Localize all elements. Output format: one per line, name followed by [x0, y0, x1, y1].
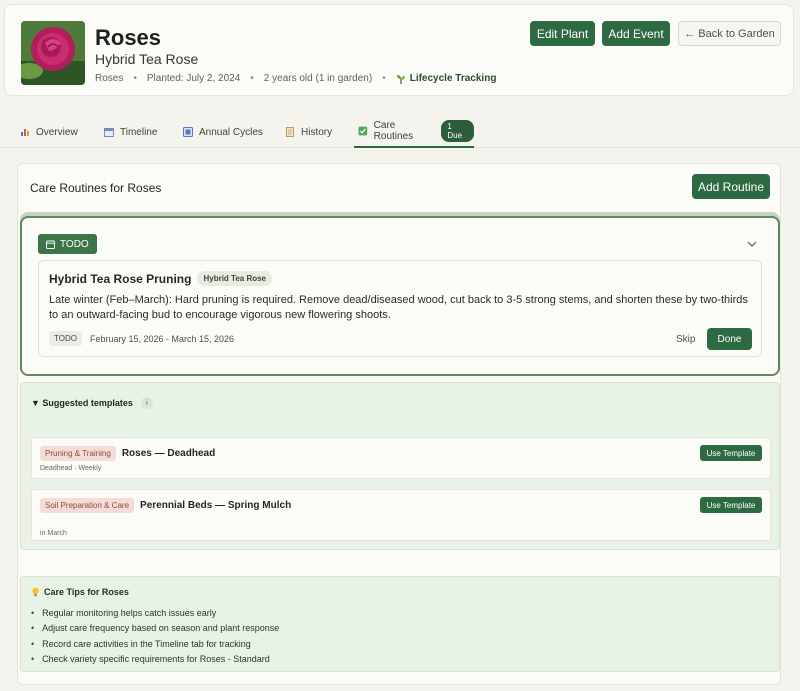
plant-meta: Roses • Planted: July 2, 2024 • 2 years … — [95, 73, 496, 84]
routine-name-row: Hybrid Tea Rose Pruning Hybrid Tea Rose — [49, 271, 273, 286]
calendar-icon — [46, 240, 55, 249]
care-tip: Check variety specific requirements for … — [31, 652, 279, 668]
care-tips-panel: Care Tips for Roses Regular monitoring h… — [20, 576, 780, 672]
info-icon[interactable]: i — [140, 397, 153, 409]
template-name: Roses — Deadhead — [121, 448, 216, 459]
category-badge: Soil Preparation & Care — [40, 498, 135, 513]
meta-separator: • — [382, 73, 386, 84]
scroll-icon — [286, 127, 294, 137]
tab-annual-cycles[interactable]: Annual Cycles — [183, 116, 263, 148]
cycle-icon — [183, 127, 193, 137]
tab-care-routines[interactable]: Care Routines 1 Due — [354, 116, 474, 148]
suggested-templates-title: ▼ Suggested templates — [31, 398, 133, 408]
lifecycle-tracking-link[interactable]: Lifecycle Tracking — [396, 73, 497, 84]
page-title: Roses — [95, 25, 162, 50]
sprout-icon — [396, 74, 405, 84]
add-event-button[interactable]: Add Event — [602, 21, 670, 46]
tab-timeline[interactable]: Timeline — [104, 116, 157, 148]
calendar-icon — [104, 128, 114, 137]
meta-separator: • — [250, 73, 254, 84]
use-template-button[interactable]: Use Template — [700, 445, 762, 461]
tab-bar: Overview Timeline Annual Cycles History … — [0, 116, 800, 148]
template-row: Soil Preparation & Care Perennial Beds —… — [31, 489, 771, 541]
care-tips-list: Regular monitoring helps catch issues ea… — [31, 605, 279, 667]
suggested-templates-panel: ▼ Suggested templates i Pruning & Traini… — [20, 382, 780, 550]
plant-subtitle: Hybrid Tea Rose — [95, 51, 199, 67]
tab-care-routines-label: Care Routines — [373, 120, 414, 142]
add-routine-button[interactable]: Add Routine — [692, 174, 770, 199]
template-subtitle: in March — [40, 530, 67, 537]
template-row: Pruning & Training Roses — Deadhead Dead… — [31, 437, 771, 479]
care-tips-title: Care Tips for Roses — [44, 587, 129, 597]
chevron-down-icon[interactable] — [747, 240, 757, 248]
todo-group-chip: TODO — [38, 234, 97, 254]
tab-overview-label: Overview — [36, 126, 78, 138]
todo-group-label: TODO — [60, 238, 89, 250]
due-count-badge: 1 Due — [441, 120, 474, 142]
tab-history-label: History — [301, 126, 333, 138]
tab-history[interactable]: History — [285, 116, 332, 148]
meta-category: Roses — [95, 73, 124, 84]
edit-plant-button[interactable]: Edit Plant — [530, 21, 595, 46]
bar-chart-icon — [21, 129, 29, 136]
routine-group-todo: TODO Hybrid Tea Rose Pruning Hybrid Tea … — [20, 216, 780, 376]
plant-header: Roses Hybrid Tea Rose Roses • Planted: J… — [4, 4, 794, 96]
care-tip: Regular monitoring helps catch issues ea… — [31, 605, 279, 621]
meta-age: 2 years old (1 in garden) — [263, 73, 373, 84]
lightbulb-icon — [32, 587, 39, 597]
plant-photo — [21, 21, 85, 85]
template-title-row: Soil Preparation & Care Perennial Beds —… — [40, 498, 291, 513]
care-routines-title: Care Routines for Roses — [30, 181, 162, 195]
care-tips-header: Care Tips for Roses — [31, 587, 129, 597]
tab-annual-cycles-label: Annual Cycles — [199, 126, 263, 138]
meta-planted: Planted: July 2, 2024 — [146, 73, 241, 84]
category-badge: Pruning & Training — [40, 446, 116, 461]
use-template-button[interactable]: Use Template — [700, 497, 762, 513]
meta-separator: • — [133, 73, 137, 84]
care-routines-panel: Care Routines for Roses Add Routine TODO… — [17, 163, 781, 685]
status-badge: TODO — [49, 331, 82, 346]
routine-name: Hybrid Tea Rose Pruning — [49, 271, 192, 286]
lifecycle-label: Lifecycle Tracking — [409, 73, 497, 84]
routine-description: Late winter (Feb–March): Hard pruning is… — [49, 294, 748, 321]
variety-badge: Hybrid Tea Rose — [197, 271, 273, 286]
routine-date-range: February 15, 2026 - March 15, 2026 — [89, 333, 235, 344]
skip-button[interactable]: Skip — [676, 334, 695, 345]
tab-timeline-label: Timeline — [120, 126, 158, 138]
done-button[interactable]: Done — [707, 328, 752, 350]
care-tip: Record care activities in the Timeline t… — [31, 636, 279, 652]
tab-overview[interactable]: Overview — [20, 116, 78, 148]
care-tip: Adjust care frequency based on season an… — [31, 621, 279, 637]
suggested-templates-header[interactable]: ▼ Suggested templates i — [31, 397, 153, 409]
template-title-row: Pruning & Training Roses — Deadhead — [40, 446, 215, 461]
template-name: Perennial Beds — Spring Mulch — [140, 500, 292, 511]
back-to-garden-button[interactable]: ← Back to Garden — [678, 21, 781, 46]
template-subtitle: Deadhead · Weekly — [40, 465, 102, 472]
routine-footer: TODO February 15, 2026 - March 15, 2026 — [49, 331, 234, 346]
routine-item: Hybrid Tea Rose Pruning Hybrid Tea Rose … — [38, 260, 762, 357]
checkbox-icon — [358, 126, 368, 136]
